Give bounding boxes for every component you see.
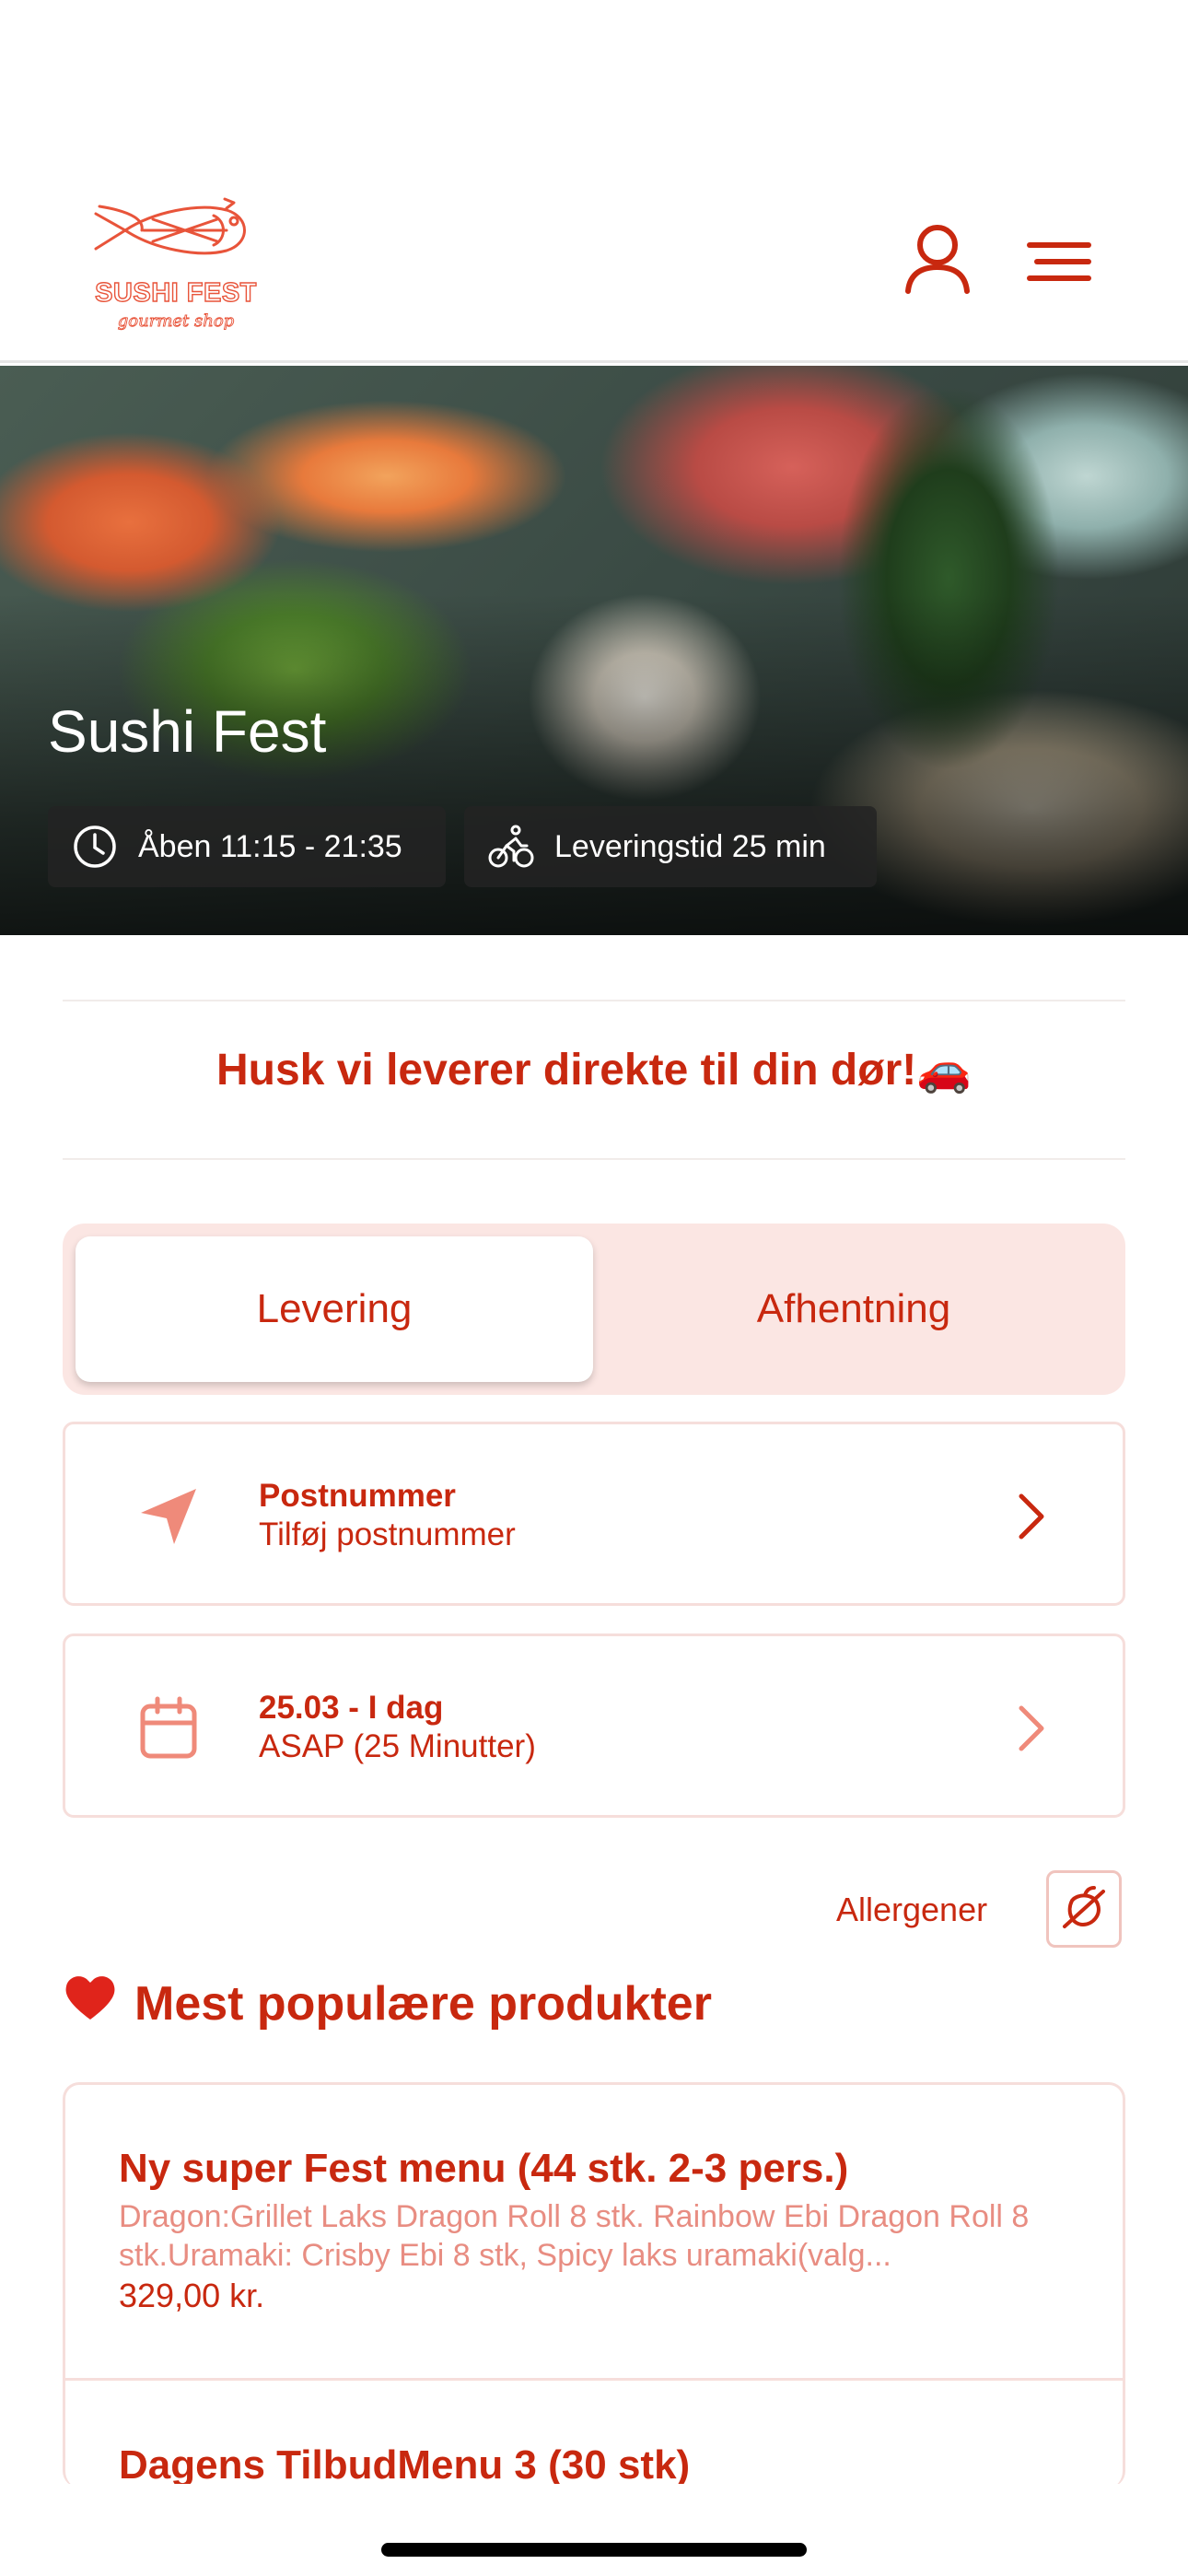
hamburger-menu-icon[interactable] — [1024, 230, 1094, 295]
heart-icon — [63, 1972, 118, 2035]
tab-afhentning[interactable]: Afhentning — [595, 1236, 1112, 1382]
popular-products-list: Ny super Fest menu (44 stk. 2-3 pers.) D… — [63, 2082, 1125, 2488]
divider — [63, 1158, 1125, 1160]
delivery-time-badge: Leveringstid 25 min — [464, 806, 877, 887]
calendar-icon — [140, 1696, 197, 1759]
restaurant-name: Sushi Fest — [48, 698, 327, 765]
product-name: Ny super Fest menu (44 stk. 2-3 pers.) — [119, 2146, 849, 2191]
location-arrow-icon — [141, 1489, 196, 1544]
bottom-safe-area — [0, 2484, 1188, 2576]
home-indicator — [381, 2543, 807, 2557]
delivery-time-subtitle: ASAP (25 Minutter) — [259, 1728, 536, 1764]
user-icon[interactable] — [901, 221, 974, 304]
opening-hours-badge: Åben 11:15 - 21:35 — [48, 806, 446, 887]
logo-title: SUSHI FEST — [94, 277, 257, 308]
chevron-right-icon — [1019, 1705, 1044, 1751]
app-header: SUSHI FEST gourmet shop — [0, 0, 1188, 363]
product-name: Dagens TilbudMenu 3 (30 stk) — [119, 2442, 691, 2488]
product-description: Dragon:Grillet Laks Dragon Roll 8 stk. R… — [119, 2199, 1030, 2273]
postcode-subtitle: Tilføj postnummer — [259, 1516, 516, 1552]
clock-icon — [74, 825, 116, 868]
allergens-label[interactable]: Allergener — [836, 1891, 987, 1929]
allergens-button[interactable] — [1046, 1870, 1122, 1948]
cyclist-icon — [488, 825, 534, 868]
fish-logo-icon — [94, 197, 246, 255]
sushi-fest-logo[interactable]: SUSHI FEST gourmet shop — [88, 193, 263, 341]
product-item[interactable]: Ny super Fest menu (44 stk. 2-3 pers.) D… — [119, 2146, 1086, 2315]
restaurant-hero: Sushi Fest Åben 11:15 - 21:35 Leveringst… — [0, 366, 1188, 935]
popular-products-title: Mest populære produkter — [134, 1976, 712, 2031]
tab-levering[interactable]: Levering — [76, 1236, 593, 1382]
order-mode-toggle: Levering Afhentning — [63, 1224, 1125, 1395]
chevron-right-icon — [1019, 1493, 1044, 1540]
divider — [63, 1000, 1125, 1001]
popular-products-heading: Mest populære produkter — [63, 1972, 712, 2035]
logo-subtitle: gourmet shop — [117, 311, 235, 332]
allergen-filter-icon — [1063, 1886, 1105, 1928]
delivery-notice: Husk vi leverer direkte til din dør!🚗 — [215, 1046, 972, 1095]
divider — [65, 2378, 1123, 2381]
delivery-time-text: Leveringstid 25 min — [554, 828, 826, 864]
opening-hours-text: Åben 11:15 - 21:35 — [138, 828, 402, 864]
product-item[interactable]: Dagens TilbudMenu 3 (30 stk) — [119, 2442, 1086, 2488]
delivery-time-selector[interactable]: 25.03 - I dag ASAP (25 Minutter) — [63, 1633, 1125, 1818]
delivery-date-title: 25.03 - I dag — [259, 1690, 444, 1726]
postcode-selector[interactable]: Postnummer Tilføj postnummer — [63, 1422, 1125, 1606]
postcode-title: Postnummer — [259, 1478, 456, 1514]
product-price: 329,00 kr. — [119, 2277, 265, 2314]
